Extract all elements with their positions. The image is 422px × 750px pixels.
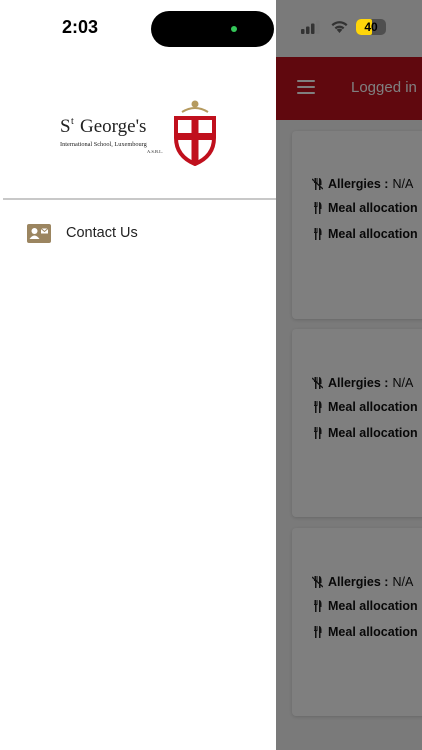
svg-text:George's: George's	[80, 116, 146, 137]
dynamic-island	[151, 11, 274, 47]
drawer-item-label: Contact Us	[66, 225, 138, 241]
navigation-drawer: S t George's International School, Luxem…	[0, 0, 276, 750]
svg-text:International School, Luxembou: International School, Luxembourg	[60, 141, 148, 148]
status-time: 2:03	[62, 17, 99, 37]
drawer-divider	[3, 198, 276, 200]
camera-indicator-dot	[231, 26, 237, 32]
wifi-icon	[331, 21, 348, 33]
battery-indicator: 40	[356, 19, 386, 35]
svg-text:A.S.B.L.: A.S.B.L.	[147, 149, 163, 154]
school-logo: S t George's International School, Luxem…	[60, 100, 216, 166]
battery-percent: 40	[364, 20, 378, 34]
svg-text:t: t	[71, 116, 74, 127]
contact-card-icon	[27, 224, 51, 243]
status-bar: 2:03 40	[0, 0, 422, 57]
drawer-item-contact-us[interactable]: Contact Us	[0, 214, 276, 254]
svg-text:S: S	[60, 116, 71, 137]
cellular-signal-icon	[301, 20, 320, 34]
